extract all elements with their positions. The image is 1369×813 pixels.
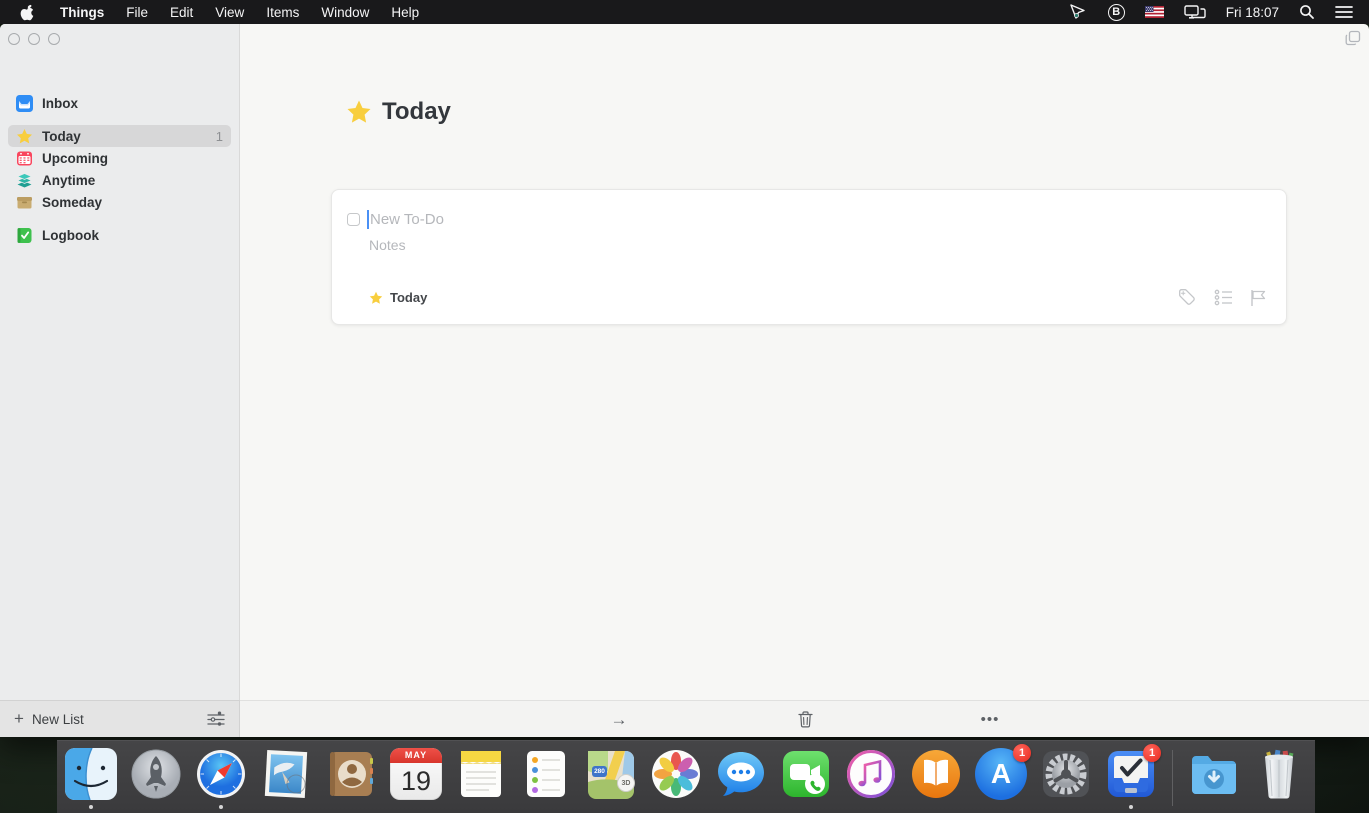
todo-when-tag[interactable]: Today	[369, 290, 427, 305]
apple-icon	[20, 4, 35, 21]
pointer-status-icon[interactable]	[1059, 0, 1098, 24]
dock-trash-icon[interactable]	[1253, 748, 1305, 800]
plus-icon: +	[14, 709, 24, 729]
when-star-icon	[369, 291, 383, 305]
dock: MAY 19	[57, 740, 1315, 813]
todo-notes-input[interactable]: Notes	[369, 237, 406, 253]
sidebar-item-logbook[interactable]: Logbook	[8, 224, 231, 246]
list-settings-sliders-icon[interactable]	[207, 711, 225, 728]
when-label: Today	[390, 290, 427, 305]
flag-icon[interactable]	[1250, 289, 1267, 307]
dock-maps-icon[interactable]: 280 3D	[585, 748, 637, 800]
sidebar-item-someday[interactable]: Someday	[8, 191, 231, 213]
appstore-letter: A	[991, 758, 1011, 790]
new-todo-card: New To-Do Notes Today	[331, 189, 1287, 325]
main-content: Today New To-Do Notes Today	[240, 24, 1369, 737]
logbook-check-icon	[16, 227, 33, 244]
apple-menu[interactable]	[0, 0, 49, 24]
todo-title-input[interactable]: New To-Do	[370, 211, 444, 228]
inbox-icon	[16, 95, 33, 112]
dock-calendar-icon[interactable]: MAY 19	[390, 748, 442, 800]
maps-3d-badge: 3D	[617, 774, 635, 792]
dock-messages-icon[interactable]	[715, 748, 767, 800]
menu-bar: Things File Edit View Items Window Help …	[0, 0, 1369, 24]
move-arrow-button[interactable]: →	[599, 701, 639, 738]
dock-appstore-icon[interactable]: A 1	[975, 748, 1027, 800]
checklist-icon[interactable]	[1214, 289, 1233, 306]
page-title: Today	[346, 98, 451, 126]
menu-view[interactable]: View	[204, 0, 255, 24]
today-star-icon	[346, 99, 372, 125]
menu-items[interactable]: Items	[255, 0, 310, 24]
layers-icon	[16, 172, 33, 189]
things-badge: 1	[1143, 744, 1161, 762]
dock-notes-icon[interactable]	[455, 748, 507, 800]
multiple-windows-icon[interactable]	[1345, 30, 1361, 46]
dock-mail-icon[interactable]	[260, 748, 312, 800]
tag-icon[interactable]	[1178, 288, 1197, 307]
sidebar-item-label: Someday	[42, 195, 102, 210]
traffic-lights	[8, 33, 60, 45]
dock-contacts-icon[interactable]	[325, 748, 377, 800]
menu-clock[interactable]: Fri 18:07	[1216, 0, 1289, 24]
calendar-icon	[16, 150, 33, 167]
dock-launchpad-icon[interactable]	[130, 748, 182, 800]
input-source-flag-icon[interactable]	[1135, 0, 1174, 24]
sidebar-item-label: Anytime	[42, 173, 95, 188]
dock-reminders-icon[interactable]	[520, 748, 572, 800]
bottom-toolbar: → •••	[240, 700, 1369, 737]
appstore-badge: 1	[1013, 744, 1031, 762]
sidebar-item-label: Logbook	[42, 228, 99, 243]
maps-route-shield: 280	[592, 766, 607, 777]
sidebar-item-today[interactable]: Today 1	[8, 125, 231, 147]
zoom-button[interactable]	[48, 33, 60, 45]
sidebar-footer: + New List	[0, 700, 240, 737]
today-count-badge: 1	[216, 129, 223, 144]
page-title-text: Today	[382, 98, 451, 126]
dock-finder-icon[interactable]	[65, 748, 117, 800]
sidebar-item-label: Today	[42, 129, 81, 144]
dock-ibooks-icon[interactable]	[910, 748, 962, 800]
menu-window[interactable]: Window	[310, 0, 380, 24]
dock-facetime-icon[interactable]	[780, 748, 832, 800]
menu-app-name[interactable]: Things	[49, 0, 115, 24]
new-list-button[interactable]: New List	[32, 712, 84, 727]
star-icon	[16, 128, 33, 145]
dock-separator	[1172, 750, 1173, 806]
text-caret	[367, 210, 369, 229]
todo-checkbox[interactable]	[347, 213, 360, 226]
sidebar-item-anytime[interactable]: Anytime	[8, 169, 231, 191]
minimize-button[interactable]	[28, 33, 40, 45]
dock-photos-icon[interactable]	[650, 748, 702, 800]
sidebar-item-label: Upcoming	[42, 151, 108, 166]
menu-edit[interactable]: Edit	[159, 0, 204, 24]
notification-center-icon[interactable]	[1325, 0, 1369, 24]
calendar-day-label: 19	[390, 763, 442, 799]
b-app-status-icon[interactable]: B	[1098, 0, 1135, 24]
trash-button[interactable]	[785, 701, 825, 738]
sidebar-item-inbox[interactable]: Inbox	[8, 92, 231, 114]
menu-file[interactable]: File	[115, 0, 159, 24]
menu-help[interactable]: Help	[380, 0, 430, 24]
spotlight-search-icon[interactable]	[1289, 0, 1325, 24]
more-actions-button[interactable]: •••	[970, 701, 1010, 738]
sidebar-item-upcoming[interactable]: Upcoming	[8, 147, 231, 169]
box-icon	[16, 194, 33, 211]
dock-itunes-icon[interactable]	[845, 748, 897, 800]
displays-status-icon[interactable]	[1174, 0, 1216, 24]
sidebar-item-label: Inbox	[42, 96, 78, 111]
dock-system-preferences-icon[interactable]	[1040, 748, 1092, 800]
dock-things-icon[interactable]: 1	[1105, 748, 1157, 800]
things-window: Inbox Today 1	[0, 24, 1369, 737]
calendar-month-label: MAY	[390, 748, 442, 763]
close-button[interactable]	[8, 33, 20, 45]
dock-downloads-icon[interactable]	[1188, 748, 1240, 800]
sidebar: Inbox Today 1	[0, 24, 240, 737]
dock-safari-icon[interactable]	[195, 748, 247, 800]
